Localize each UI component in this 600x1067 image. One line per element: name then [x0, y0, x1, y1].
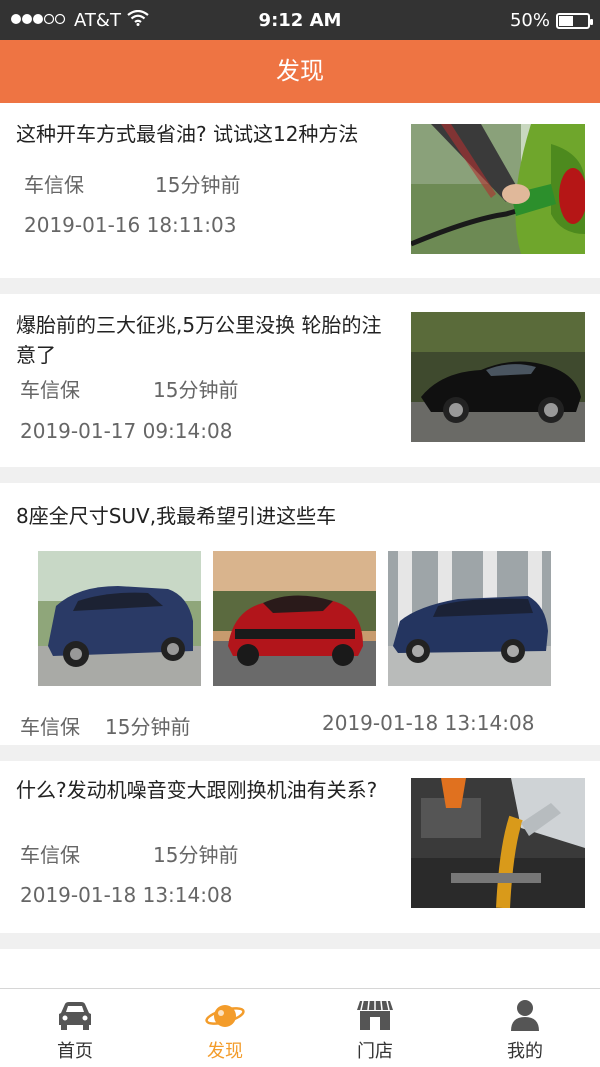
status-right: 50%: [509, 10, 593, 31]
car-icon: [55, 997, 95, 1033]
tab-label: 首页: [57, 1041, 93, 1062]
article-title: 8座全尺寸SUV,我最希望引进这些车: [16, 504, 337, 528]
article-item[interactable]: 8座全尺寸SUV,我最希望引进这些车 车信保 15分钟前 2019-01-18 …: [0, 483, 600, 745]
article-time-ago: 15分钟前: [105, 715, 191, 739]
engine-oil-image: [411, 778, 585, 908]
article-date: 2019-01-18 13:14:08: [322, 711, 535, 735]
store-icon: [355, 997, 395, 1033]
article-source: 车信保: [20, 843, 80, 867]
planet-icon: [205, 997, 245, 1033]
battery-icon: [556, 12, 593, 29]
article-time-ago: 15分钟前: [153, 378, 239, 402]
divider: [0, 745, 600, 761]
article-title: 爆胎前的三大征兆,5万公里没换 轮胎的注意了: [16, 313, 382, 367]
divider: [0, 467, 600, 483]
tab-home[interactable]: 首页: [0, 989, 150, 1067]
divider: [0, 278, 600, 294]
tab-discover[interactable]: 发现: [150, 989, 300, 1067]
article-date: 2019-01-18 13:14:08: [20, 883, 233, 907]
status-bar: AT&T 9:12 AM 50%: [0, 0, 600, 40]
tab-store[interactable]: 门店: [300, 989, 450, 1067]
muscle-car-image: [213, 551, 376, 686]
suv-image: [38, 551, 201, 686]
tab-label: 我的: [507, 1041, 543, 1062]
battery-fill: [559, 15, 573, 26]
person-icon: [505, 997, 545, 1033]
article-item[interactable]: 什么?发动机噪音变大跟刚换机油有关系? 车信保 15分钟前 2019-01-18…: [0, 761, 600, 933]
battery-percent: 50%: [509, 10, 550, 31]
article-title: 什么?发动机噪音变大跟刚换机油有关系?: [16, 778, 378, 802]
wagon-image: [388, 551, 551, 686]
article-title: 这种开车方式最省油? 试试这12种方法: [16, 122, 359, 146]
divider: [0, 933, 600, 949]
article-date: 2019-01-17 09:14:08: [20, 419, 233, 443]
bottom-tab-bar: 首页 发现 门店 我的: [0, 988, 600, 1067]
article-date: 2019-01-16 18:11:03: [24, 213, 237, 237]
tab-me[interactable]: 我的: [450, 989, 600, 1067]
fuel-nozzle-image: [411, 124, 585, 254]
tab-label: 发现: [207, 1041, 243, 1062]
article-source: 车信保: [20, 715, 80, 739]
article-source: 车信保: [24, 173, 84, 197]
article-source: 车信保: [20, 378, 80, 402]
article-item[interactable]: 爆胎前的三大征兆,5万公里没换 轮胎的注意了 车信保 15分钟前 2019-01…: [0, 294, 600, 467]
article-feed[interactable]: 这种开车方式最省油? 试试这12种方法 车信保 15分钟前 2019-01-16…: [0, 103, 600, 988]
article-item[interactable]: 这种开车方式最省油? 试试这12种方法 车信保 15分钟前 2019-01-16…: [0, 103, 600, 278]
article-time-ago: 15分钟前: [153, 843, 239, 867]
article-time-ago: 15分钟前: [155, 173, 241, 197]
page-title: 发现: [0, 40, 600, 103]
sports-car-image: [411, 312, 585, 442]
tab-label: 门店: [357, 1041, 393, 1062]
